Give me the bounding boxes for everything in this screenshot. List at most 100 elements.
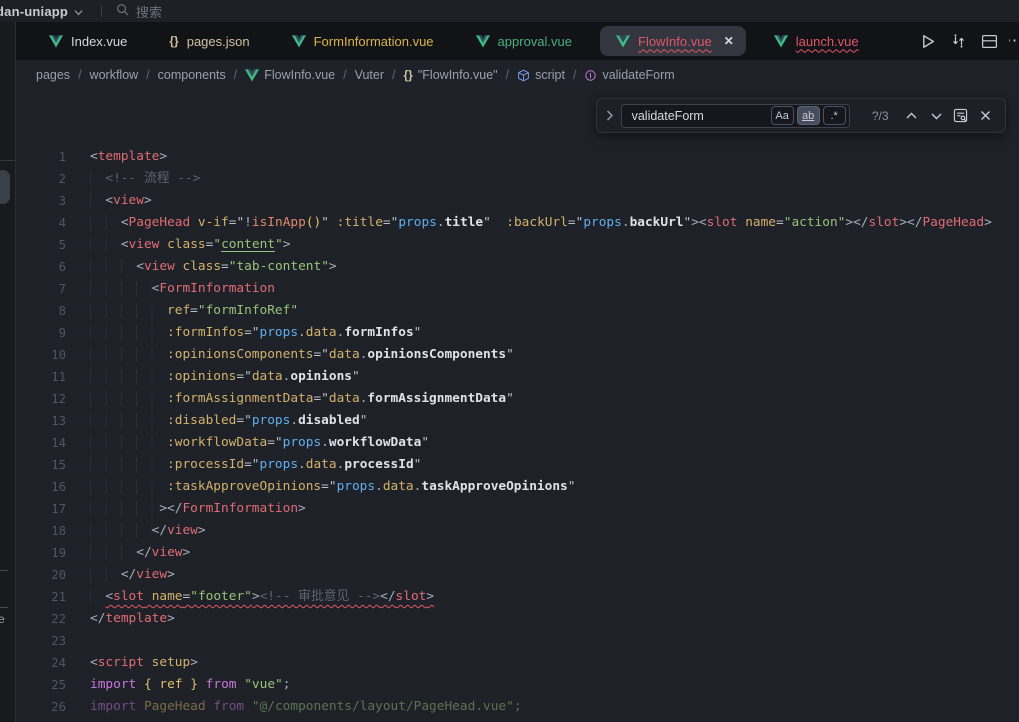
compare-changes-icon[interactable] xyxy=(947,30,969,52)
close-find-icon[interactable] xyxy=(975,106,995,126)
line-number: 6 xyxy=(16,256,66,278)
tab-launch-vue[interactable]: launch.vue xyxy=(753,22,880,60)
next-match-icon[interactable] xyxy=(926,106,946,126)
vue-icon xyxy=(245,69,259,82)
find-widget: validateForm Aa ab .* ?/3 xyxy=(596,98,1006,133)
line-number: 15 xyxy=(16,454,66,476)
code-line[interactable]: 6 <view class="tab-content"> xyxy=(16,256,1019,278)
code-line[interactable]: 22</template> xyxy=(16,608,1019,630)
breadcrumb-item-components[interactable]: components xyxy=(158,68,226,82)
breadcrumb-label: FlowInfo.vue xyxy=(264,68,335,82)
tab-index-vue[interactable]: Index.vue xyxy=(28,22,148,60)
code-editor[interactable]: validateForm Aa ab .* ?/3 1<template>2 <… xyxy=(16,90,1019,722)
indent-guides xyxy=(90,567,121,582)
code-line-content: <template> xyxy=(90,146,167,168)
code-line[interactable]: 13 :disabled="props.disabled" xyxy=(16,410,1019,432)
previous-match-icon[interactable] xyxy=(902,106,922,126)
code-line[interactable]: 5 <view class="content"> xyxy=(16,234,1019,256)
sidebar-drag-handle[interactable] xyxy=(0,170,10,204)
code-line[interactable]: 15 :processId="props.data.processId" xyxy=(16,454,1019,476)
code-line[interactable]: 1<template> xyxy=(16,146,1019,168)
code-line[interactable]: 2 <!-- 流程 --> xyxy=(16,168,1019,190)
code-line-content: :disabled="props.disabled" xyxy=(90,410,367,432)
line-number: 7 xyxy=(16,278,66,300)
tab-label: FormInformation.vue xyxy=(314,34,434,49)
line-number: 22 xyxy=(16,608,66,630)
run-icon[interactable] xyxy=(916,30,938,52)
code-line[interactable]: 14 :workflowData="props.workflowData" xyxy=(16,432,1019,454)
code-line[interactable]: 21 <slot name="footer"><!-- 审批意见 --></sl… xyxy=(16,586,1019,608)
titlebar-divider xyxy=(101,5,102,17)
line-number: 21 xyxy=(16,586,66,608)
find-input[interactable]: validateForm Aa ab .* xyxy=(621,104,850,128)
tab-flowinfo-vue[interactable]: FlowInfo.vue ✕ xyxy=(600,26,746,56)
line-number: 18 xyxy=(16,520,66,542)
tab-label: FlowInfo.vue xyxy=(638,34,712,49)
code-line[interactable]: 7 <FormInformation xyxy=(16,278,1019,300)
code-line[interactable]: 20 </view> xyxy=(16,564,1019,586)
breadcrumb-separator: / xyxy=(146,68,149,82)
breadcrumb-item-workflow[interactable]: workflow xyxy=(90,68,139,82)
breadcrumb-separator: / xyxy=(234,68,237,82)
find-query[interactable]: validateForm xyxy=(632,109,768,123)
tab-pages-json[interactable]: {}pages.json xyxy=(148,22,270,60)
breadcrumb-separator: / xyxy=(392,68,395,82)
breadcrumb-item-script[interactable]: script xyxy=(517,68,565,82)
find-in-selection-icon[interactable] xyxy=(951,106,971,126)
indent-guides xyxy=(90,347,167,362)
breadcrumb-item-pages[interactable]: pages xyxy=(36,68,70,82)
split-editor-icon[interactable] xyxy=(978,30,1000,52)
line-number: 25 xyxy=(16,674,66,696)
match-count: ?/3 xyxy=(864,109,897,123)
code-line-content: :workflowData="props.workflowData" xyxy=(90,432,429,454)
code-line[interactable]: 18 </view> xyxy=(16,520,1019,542)
line-number: 19 xyxy=(16,542,66,564)
sidebar-cut-text: e xyxy=(0,612,5,626)
code-line[interactable]: 3 <view> xyxy=(16,190,1019,212)
code-line[interactable]: 9 :formInfos="props.data.formInfos" xyxy=(16,322,1019,344)
indent-guides xyxy=(90,391,167,406)
toggle-replace-icon[interactable] xyxy=(601,110,619,121)
line-number: 8 xyxy=(16,300,66,322)
regex-toggle[interactable]: .* xyxy=(823,106,846,125)
code-line[interactable]: 10 :opinionsComponents="data.opinionsCom… xyxy=(16,344,1019,366)
breadcrumb-separator: / xyxy=(506,68,509,82)
breadcrumb: pages / workflow / components / FlowInfo.vue / V… xyxy=(16,60,1019,90)
code-line-content: </view> xyxy=(90,564,175,586)
tab-approval-vue[interactable]: approval.vue xyxy=(455,22,593,60)
indent-guides xyxy=(90,171,105,186)
code-line[interactable]: 23 xyxy=(16,630,1019,652)
breadcrumb-label: "FlowInfo.vue" xyxy=(418,68,498,82)
line-number: 24 xyxy=(16,652,66,674)
whole-word-toggle[interactable]: ab xyxy=(797,106,820,125)
code-line-content: <view class="content"> xyxy=(90,234,290,256)
tab-forminformation-vue[interactable]: FormInformation.vue xyxy=(271,22,455,60)
code-line[interactable]: 25import { ref } from "vue"; xyxy=(16,674,1019,696)
global-search[interactable]: 搜索 xyxy=(116,2,162,21)
code-line[interactable]: 16 :taskApproveOpinions="props.data.task… xyxy=(16,476,1019,498)
breadcrumb-item--flowinfo-vue-[interactable]: {}"FlowInfo.vue" xyxy=(404,68,498,82)
close-tab-icon[interactable]: ✕ xyxy=(724,34,734,48)
match-case-toggle[interactable]: Aa xyxy=(771,106,794,125)
code-line[interactable]: 12 :formAssignmentData="data.formAssignm… xyxy=(16,388,1019,410)
code-line[interactable]: 19 </view> xyxy=(16,542,1019,564)
code-line[interactable]: 24<script setup> xyxy=(16,652,1019,674)
code-line[interactable]: 4 <PageHead v-if="!isInApp()" :title="pr… xyxy=(16,212,1019,234)
code-line-content: import PageHead from "@/components/layou… xyxy=(90,696,522,718)
code-line[interactable]: 17 ></FormInformation> xyxy=(16,498,1019,520)
code-line[interactable]: 11 :opinions="data.opinions" xyxy=(16,366,1019,388)
code-line-content: </view> xyxy=(90,520,206,542)
code-area[interactable]: 1<template>2 <!-- 流程 -->3 <view>4 <PageH… xyxy=(16,90,1019,722)
line-number: 9 xyxy=(16,322,66,344)
project-selector[interactable]: dan-uniapp xyxy=(0,4,83,19)
vue-icon xyxy=(616,35,630,48)
code-line[interactable]: 8 ref="formInfoRef" xyxy=(16,300,1019,322)
code-line[interactable]: 26import PageHead from "@/components/lay… xyxy=(16,696,1019,718)
more-actions-icon[interactable]: ⋯ xyxy=(1009,30,1019,52)
line-number: 17 xyxy=(16,498,66,520)
breadcrumb-item-vuter[interactable]: Vuter xyxy=(355,68,384,82)
line-number: 13 xyxy=(16,410,66,432)
breadcrumb-item-flowinfo-vue[interactable]: FlowInfo.vue xyxy=(245,68,335,82)
indent-guides xyxy=(90,215,121,230)
breadcrumb-item-validateform[interactable]: validateForm xyxy=(584,68,674,82)
